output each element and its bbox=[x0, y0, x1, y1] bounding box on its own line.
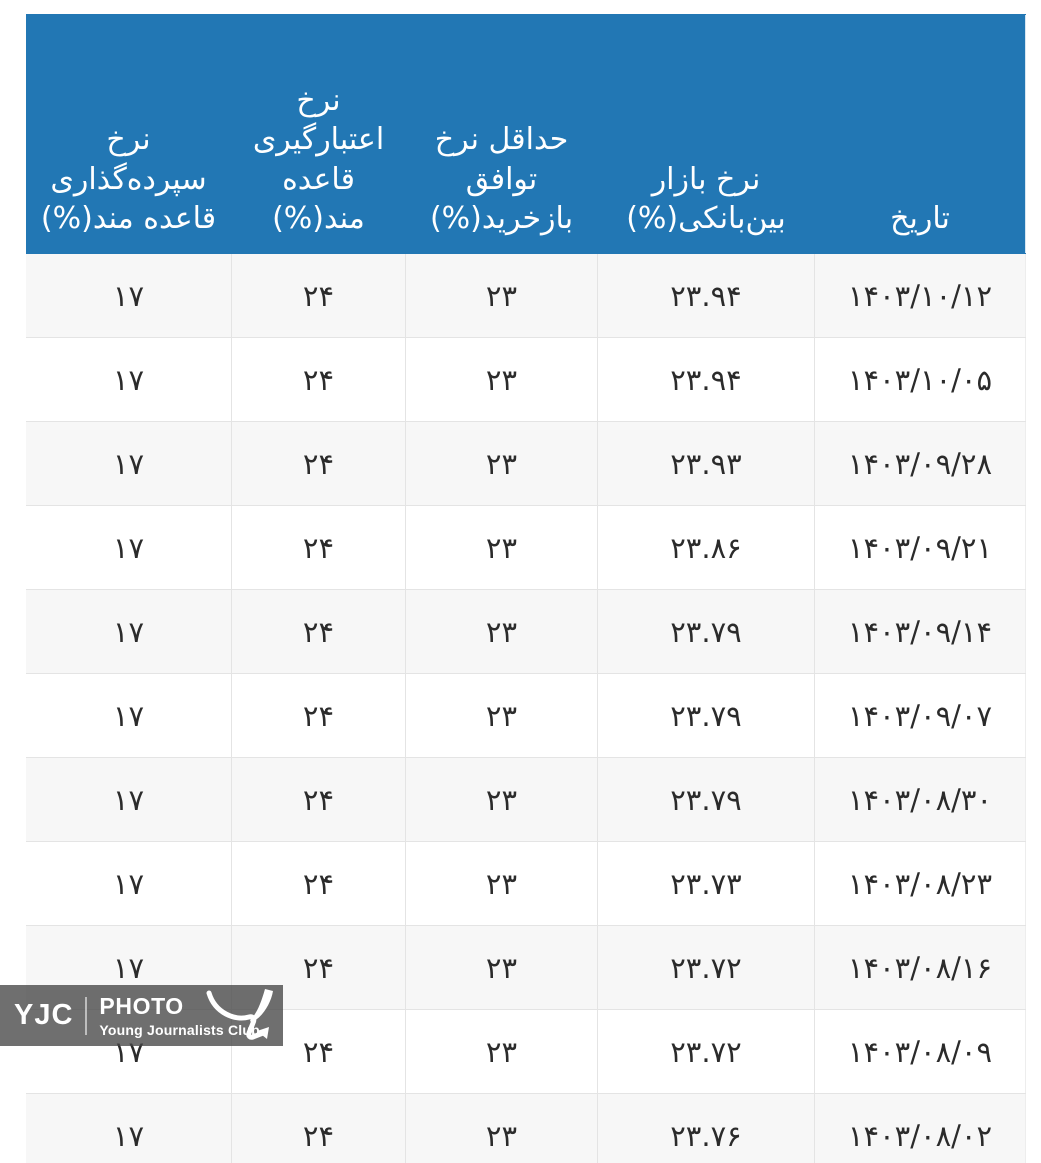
cell-lending-rate: ۲۴ bbox=[231, 925, 406, 1010]
cell-min-repo-rate: ۲۳ bbox=[405, 841, 598, 926]
cell-deposit-rate: ۱۷ bbox=[26, 673, 232, 758]
table-row: ۱۴۰۳/۱۰/۱۲ ۲۳.۹۴ ۲۳ ۲۴ ۱۷ bbox=[26, 253, 1026, 338]
cell-min-repo-rate: ۲۳ bbox=[405, 253, 598, 338]
cell-interbank-rate: ۲۳.۷۹ bbox=[597, 757, 815, 842]
table-row: ۱۴۰۳/۱۰/۰۵ ۲۳.۹۴ ۲۳ ۲۴ ۱۷ bbox=[26, 337, 1026, 422]
column-header-date[interactable]: تاریخ bbox=[814, 14, 1026, 254]
cell-deposit-rate: ۱۷ bbox=[26, 505, 232, 590]
cell-min-repo-rate: ۲۳ bbox=[405, 337, 598, 422]
cell-date: ۱۴۰۳/۰۹/۰۷ bbox=[814, 673, 1026, 758]
cell-deposit-rate: ۱۷ bbox=[26, 337, 232, 422]
table-row: ۱۴۰۳/۰۸/۰۹ ۲۳.۷۲ ۲۳ ۲۴ ۱۷ bbox=[26, 1009, 1026, 1094]
column-header-deposit-rate[interactable]: نرخ سپرده‌گذاری قاعده مند(%) bbox=[26, 14, 232, 254]
cell-interbank-rate: ۲۳.۹۴ bbox=[597, 253, 815, 338]
cell-min-repo-rate: ۲۳ bbox=[405, 589, 598, 674]
interbank-rates-table: تاریخ نرخ بازار بین‌بانکی(%) حداقل نرخ ت… bbox=[26, 14, 1026, 1163]
table-header: تاریخ نرخ بازار بین‌بانکی(%) حداقل نرخ ت… bbox=[26, 14, 1026, 254]
column-header-lending-rate[interactable]: نرخ اعتبارگیری قاعده مند(%) bbox=[231, 14, 406, 254]
cell-lending-rate: ۲۴ bbox=[231, 673, 406, 758]
cell-date: ۱۴۰۳/۰۸/۳۰ bbox=[814, 757, 1026, 842]
cell-lending-rate: ۲۴ bbox=[231, 1093, 406, 1163]
cell-date: ۱۴۰۳/۰۸/۲۳ bbox=[814, 841, 1026, 926]
cell-lending-rate: ۲۴ bbox=[231, 253, 406, 338]
table-row: ۱۴۰۳/۰۹/۱۴ ۲۳.۷۹ ۲۳ ۲۴ ۱۷ bbox=[26, 589, 1026, 674]
cell-date: ۱۴۰۳/۱۰/۱۲ bbox=[814, 253, 1026, 338]
cell-lending-rate: ۲۴ bbox=[231, 337, 406, 422]
cell-min-repo-rate: ۲۳ bbox=[405, 1009, 598, 1094]
cell-date: ۱۴۰۳/۰۹/۱۴ bbox=[814, 589, 1026, 674]
table-row: ۱۴۰۳/۰۸/۳۰ ۲۳.۷۹ ۲۳ ۲۴ ۱۷ bbox=[26, 757, 1026, 842]
cell-deposit-rate: ۱۷ bbox=[26, 757, 232, 842]
table-header-row: تاریخ نرخ بازار بین‌بانکی(%) حداقل نرخ ت… bbox=[26, 14, 1026, 254]
rates-table-container: تاریخ نرخ بازار بین‌بانکی(%) حداقل نرخ ت… bbox=[26, 14, 1026, 1163]
cell-interbank-rate: ۲۳.۹۳ bbox=[597, 421, 815, 506]
table-row: ۱۴۰۳/۰۸/۲۳ ۲۳.۷۳ ۲۳ ۲۴ ۱۷ bbox=[26, 841, 1026, 926]
cell-min-repo-rate: ۲۳ bbox=[405, 673, 598, 758]
cell-min-repo-rate: ۲۳ bbox=[405, 421, 598, 506]
cell-deposit-rate: ۱۷ bbox=[26, 421, 232, 506]
page-root: تاریخ نرخ بازار بین‌بانکی(%) حداقل نرخ ت… bbox=[0, 0, 1041, 1163]
cell-date: ۱۴۰۳/۰۹/۲۸ bbox=[814, 421, 1026, 506]
column-header-interbank-rate[interactable]: نرخ بازار بین‌بانکی(%) bbox=[597, 14, 815, 254]
table-row: ۱۴۰۳/۰۹/۲۱ ۲۳.۸۶ ۲۳ ۲۴ ۱۷ bbox=[26, 505, 1026, 590]
cell-lending-rate: ۲۴ bbox=[231, 421, 406, 506]
table-body: ۱۴۰۳/۱۰/۱۲ ۲۳.۹۴ ۲۳ ۲۴ ۱۷ ۱۴۰۳/۱۰/۰۵ ۲۳.۹۴ ۲۳ ۲۴… bbox=[26, 253, 1026, 1163]
table-row: ۱۴۰۳/۰۸/۰۲ ۲۳.۷۶ ۲۳ ۲۴ ۱۷ bbox=[26, 1093, 1026, 1163]
cell-date: ۱۴۰۳/۱۰/۰۵ bbox=[814, 337, 1026, 422]
cell-date: ۱۴۰۳/۰۸/۰۲ bbox=[814, 1093, 1026, 1163]
cell-lending-rate: ۲۴ bbox=[231, 589, 406, 674]
cell-deposit-rate: ۱۷ bbox=[26, 925, 232, 1010]
cell-min-repo-rate: ۲۳ bbox=[405, 925, 598, 1010]
cell-lending-rate: ۲۴ bbox=[231, 841, 406, 926]
cell-min-repo-rate: ۲۳ bbox=[405, 1093, 598, 1163]
cell-interbank-rate: ۲۳.۷۹ bbox=[597, 589, 815, 674]
cell-deposit-rate: ۱۷ bbox=[26, 253, 232, 338]
cell-deposit-rate: ۱۷ bbox=[26, 1009, 232, 1094]
cell-interbank-rate: ۲۳.۷۶ bbox=[597, 1093, 815, 1163]
cell-interbank-rate: ۲۳.۷۲ bbox=[597, 925, 815, 1010]
cell-interbank-rate: ۲۳.۹۴ bbox=[597, 337, 815, 422]
cell-lending-rate: ۲۴ bbox=[231, 1009, 406, 1094]
cell-min-repo-rate: ۲۳ bbox=[405, 505, 598, 590]
cell-date: ۱۴۰۳/۰۹/۲۱ bbox=[814, 505, 1026, 590]
cell-interbank-rate: ۲۳.۷۳ bbox=[597, 841, 815, 926]
column-header-min-repo-rate[interactable]: حداقل نرخ توافق بازخرید(%) bbox=[405, 14, 598, 254]
cell-date: ۱۴۰۳/۰۸/۰۹ bbox=[814, 1009, 1026, 1094]
cell-lending-rate: ۲۴ bbox=[231, 757, 406, 842]
table-row: ۱۴۰۳/۰۹/۰۷ ۲۳.۷۹ ۲۳ ۲۴ ۱۷ bbox=[26, 673, 1026, 758]
cell-date: ۱۴۰۳/۰۸/۱۶ bbox=[814, 925, 1026, 1010]
table-row: ۱۴۰۳/۰۹/۲۸ ۲۳.۹۳ ۲۳ ۲۴ ۱۷ bbox=[26, 421, 1026, 506]
cell-interbank-rate: ۲۳.۷۲ bbox=[597, 1009, 815, 1094]
cell-deposit-rate: ۱۷ bbox=[26, 589, 232, 674]
cell-lending-rate: ۲۴ bbox=[231, 505, 406, 590]
cell-deposit-rate: ۱۷ bbox=[26, 841, 232, 926]
cell-interbank-rate: ۲۳.۸۶ bbox=[597, 505, 815, 590]
table-row: ۱۴۰۳/۰۸/۱۶ ۲۳.۷۲ ۲۳ ۲۴ ۱۷ bbox=[26, 925, 1026, 1010]
cell-min-repo-rate: ۲۳ bbox=[405, 757, 598, 842]
cell-deposit-rate: ۱۷ bbox=[26, 1093, 232, 1163]
cell-interbank-rate: ۲۳.۷۹ bbox=[597, 673, 815, 758]
